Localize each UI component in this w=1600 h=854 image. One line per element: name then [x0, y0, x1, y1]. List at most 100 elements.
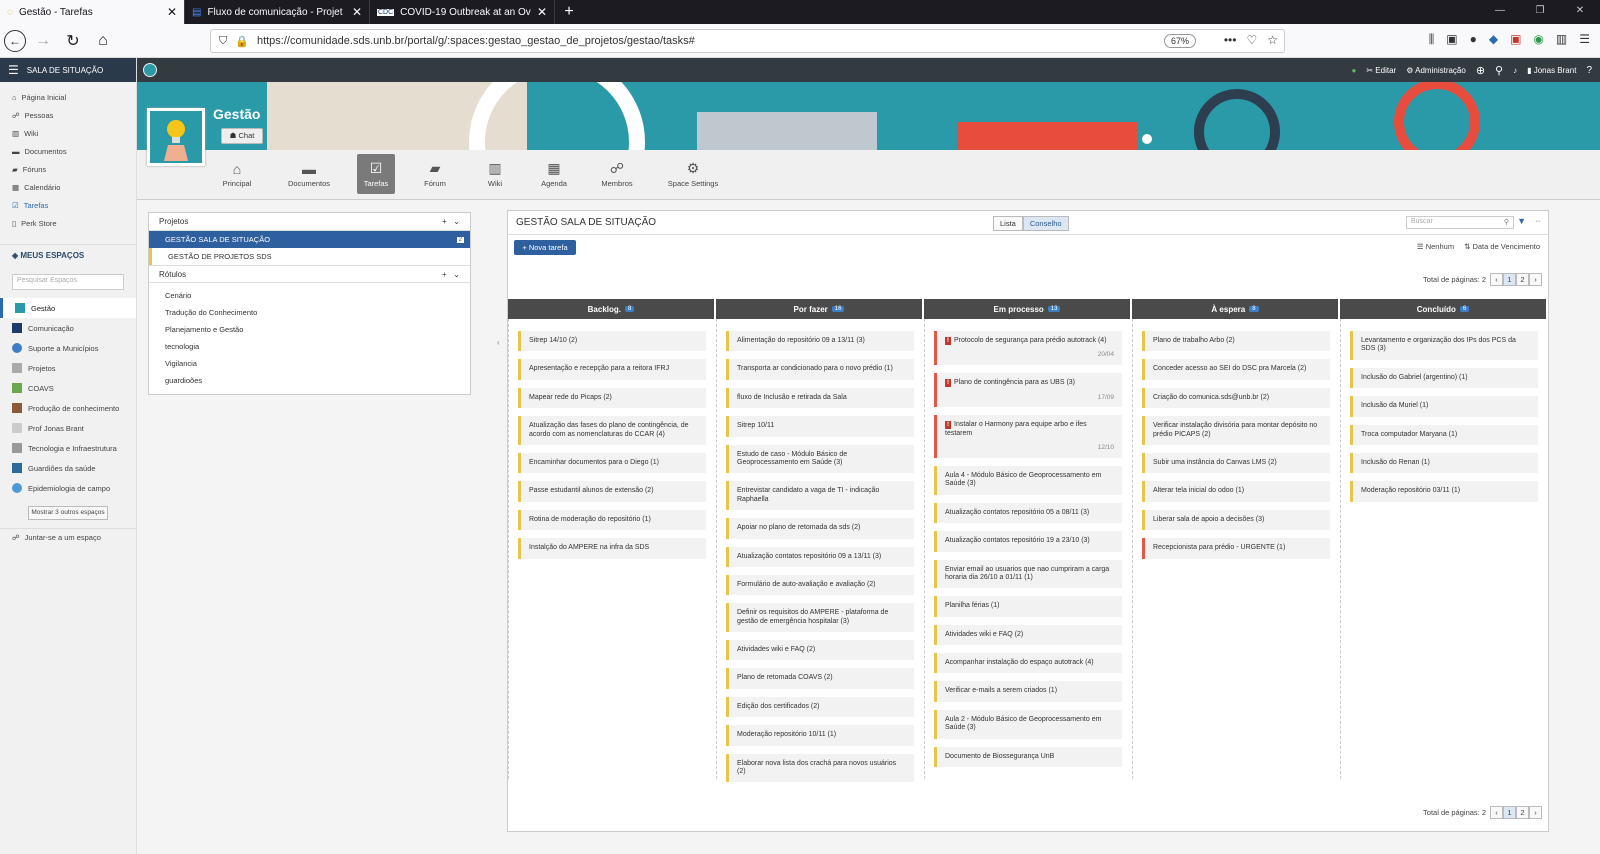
task-card[interactable]: Rotina de moderação do repositório (1)	[518, 509, 706, 531]
column-header[interactable]: Em processo 13	[924, 299, 1130, 319]
task-card[interactable]: Atualização contatos repositório 19 a 23…	[934, 531, 1122, 552]
next-page-icon[interactable]: ›	[1529, 806, 1542, 819]
task-card[interactable]: Entrevistar candidato a vaga de TI - ind…	[726, 481, 914, 511]
label-item[interactable]: tecnologia	[149, 338, 470, 355]
task-card[interactable]: Atualização das fases do plano de contin…	[518, 416, 706, 445]
tab-documents[interactable]: ▬ Documentos	[279, 154, 339, 194]
menu-icon[interactable]: ☰	[1579, 32, 1590, 47]
task-card[interactable]: Atualização contatos repositório 09 a 13…	[726, 546, 914, 567]
page-2-button[interactable]: 2	[1516, 806, 1529, 819]
task-card[interactable]: Moderação repositório 03/11 (1)	[1350, 481, 1538, 502]
filter-icon[interactable]: ▼	[1517, 216, 1526, 226]
nav-item-perk-store[interactable]: ▯ Perk Store	[0, 214, 136, 232]
task-card[interactable]: Documento de Biossegurança UnB	[934, 746, 1122, 768]
task-card[interactable]: Moderação repositório 10/11 (1)	[726, 725, 914, 746]
platform-logo-icon[interactable]	[143, 63, 157, 77]
admin-button[interactable]: ⚙ Administração	[1406, 66, 1466, 75]
nav-item-calendar[interactable]: ▦ Calendário	[0, 178, 136, 196]
task-card[interactable]: Sitrep 14/10 (2)	[518, 331, 706, 352]
task-card[interactable]: Levantamento e organização dos IPs dos P…	[1350, 331, 1538, 360]
task-card[interactable]: Sitrep 10/11	[726, 416, 914, 437]
nav-item-home[interactable]: ⌂ Página Inicial	[0, 88, 136, 106]
task-card[interactable]: ! Plano de contingência para as UBS (3) 17…	[934, 373, 1122, 408]
hamburger-icon[interactable]: ☰	[8, 63, 19, 77]
space-item[interactable]: Guardiões da saúde	[0, 458, 136, 478]
page-1-button[interactable]: 1	[1503, 806, 1516, 819]
show-more-spaces-button[interactable]: Mostrar 3 outros espaços	[28, 506, 108, 520]
close-tab-icon[interactable]: ✕	[352, 5, 362, 19]
library-icon[interactable]: ⫼	[1429, 32, 1435, 47]
task-card[interactable]: Atividades wiki e FAQ (2)	[934, 624, 1122, 646]
add-project-icon[interactable]: +	[442, 217, 447, 226]
next-page-icon[interactable]: ›	[1529, 273, 1542, 286]
task-card[interactable]: Verificar instalação divisória para mont…	[1142, 416, 1330, 445]
tab-members[interactable]: ☍ Membros	[589, 154, 645, 194]
task-card[interactable]: Liberar sala de apoio a decisões (3)	[1142, 509, 1330, 531]
task-card[interactable]: fluxo de Inclusão e retirada da Sala	[726, 387, 914, 409]
sort-by-button[interactable]: ⇅ Data de Vencimento	[1464, 242, 1540, 251]
task-card[interactable]: Formulário de auto-avaliação e avaliação…	[726, 574, 914, 596]
task-card[interactable]: Planilha férias (1)	[934, 596, 1122, 617]
nav-item-forums[interactable]: ▰ Fóruns	[0, 160, 136, 178]
notification-icon[interactable]: ♪	[1513, 66, 1517, 75]
label-item[interactable]: Planejamento e Gestão	[149, 321, 470, 338]
label-item[interactable]: guardioões	[149, 372, 470, 389]
task-card[interactable]: Elaborar nova lista dos crachá para novo…	[726, 753, 914, 783]
tab-forum[interactable]: ▰ Fórum	[407, 154, 463, 194]
task-card[interactable]: Inclusão do Renan (1)	[1350, 452, 1538, 474]
tab-space-settings[interactable]: ⚙ Space Settings	[661, 154, 725, 194]
user-menu[interactable]: ▮ Jonas Brant	[1527, 66, 1576, 75]
group-by-button[interactable]: ☰ Nenhum	[1417, 242, 1454, 251]
extension-icon[interactable]: ▣	[1510, 32, 1521, 47]
left-nav-header[interactable]: ☰ SALA DE SITUAÇÃO	[0, 58, 136, 82]
extension-icon[interactable]: ◉	[1533, 32, 1543, 47]
spaces-search-input[interactable]: Pesquisar Espaços	[12, 274, 124, 290]
tab-principal[interactable]: ⌂ Principal	[209, 154, 265, 194]
space-item[interactable]: Suporte a Municípios	[0, 338, 136, 358]
edit-button[interactable]: ✂ Editar	[1366, 66, 1396, 75]
sidebar-icon[interactable]: ▣	[1446, 32, 1457, 47]
add-label-icon[interactable]: +	[442, 270, 447, 279]
my-spaces-header[interactable]: ◈ MEUS ESPAÇOS	[0, 244, 136, 266]
space-item[interactable]: Prof Jonas Brant	[0, 418, 136, 438]
task-card[interactable]: Troca computador Maryana (1)	[1350, 424, 1538, 445]
prev-page-icon[interactable]: ‹	[1490, 273, 1503, 286]
task-card[interactable]: Edição dos certificados (2)	[726, 696, 914, 718]
task-card[interactable]: Plano de retomada COAVS (2)	[726, 668, 914, 689]
nav-item-documents[interactable]: ▬ Documentos	[0, 142, 136, 160]
nav-item-tasks[interactable]: ☑ Tarefas	[0, 196, 136, 214]
view-list-button[interactable]: Lista	[993, 216, 1023, 231]
task-card[interactable]: Alterar tela inicial do odoo (1)	[1142, 481, 1330, 502]
account-icon[interactable]: ●	[1470, 32, 1477, 47]
task-card[interactable]: Verificar e-mails a serem criados (1)	[934, 681, 1122, 702]
space-item-gestao[interactable]: Gestão	[0, 298, 136, 318]
chevron-down-icon[interactable]: ⌄	[453, 270, 460, 279]
task-card[interactable]: Mapear rede do Picaps (2)	[518, 387, 706, 409]
task-card[interactable]: Inclusão da Muriel (1)	[1350, 396, 1538, 417]
nav-item-people[interactable]: ☍ Pessoas	[0, 106, 136, 124]
add-icon[interactable]: ⊕	[1476, 64, 1485, 77]
task-card[interactable]: Instalção do AMPERE na infra da SDS	[518, 538, 706, 559]
close-window-icon[interactable]: ✕	[1560, 0, 1600, 24]
task-search-input[interactable]: Buscar ⚲	[1406, 216, 1514, 229]
chevron-down-icon[interactable]: ⌄	[453, 217, 460, 226]
task-card[interactable]: Apresentação e recepção para a reitora I…	[518, 359, 706, 380]
collapse-panel-icon[interactable]: ‹	[497, 338, 500, 347]
back-icon[interactable]: ←	[4, 29, 26, 52]
task-card[interactable]: Definir os requisitos do AMPERE - plataf…	[726, 603, 914, 633]
nav-item-wiki[interactable]: ▥ Wiki	[0, 124, 136, 142]
extension-icon[interactable]: ▥	[1556, 32, 1567, 47]
task-card[interactable]: Atividades wiki e FAQ (2)	[726, 640, 914, 661]
join-space-link[interactable]: ☍ Juntar-se a um espaço	[0, 528, 136, 546]
space-item[interactable]: COAVS	[0, 378, 136, 398]
task-card[interactable]: ! Instalar o Harmony para equipe arbo e i…	[934, 415, 1122, 458]
chat-button[interactable]: ☗ Chat	[221, 128, 263, 144]
task-card[interactable]: Atualização contatos repositório 05 a 08…	[934, 502, 1122, 524]
chat-icon[interactable]: ●	[1352, 66, 1357, 75]
new-tab-button[interactable]: +	[555, 0, 583, 24]
project-item[interactable]: GESTÃO DE PROJETOS SDS	[149, 248, 470, 265]
browser-tab[interactable]: ▤ Fluxo de comunicação - Projet ✕	[185, 0, 370, 24]
task-card[interactable]: Passe estudantil alunos de extensão (2)	[518, 481, 706, 502]
options-icon[interactable]: ⇔	[1534, 216, 1542, 225]
new-task-button[interactable]: + Nova tarefa	[514, 240, 576, 255]
